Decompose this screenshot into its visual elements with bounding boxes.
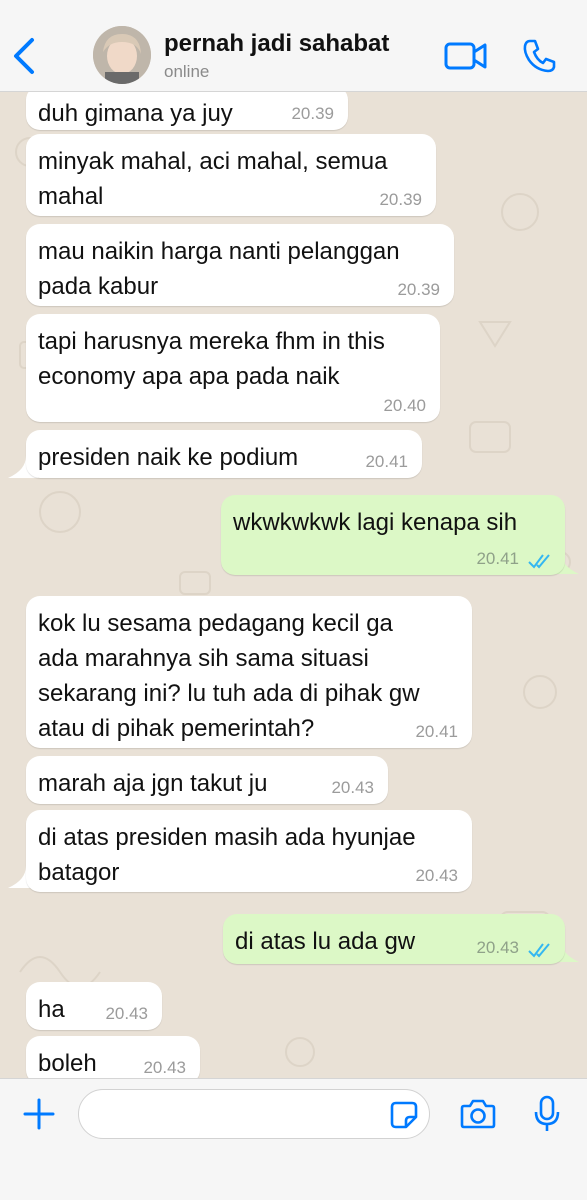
message-time: 20.41: [365, 452, 408, 471]
message-line: marah aja jgn takut ju: [38, 770, 268, 797]
chat-header: pernah jadi sahabat online: [0, 0, 587, 92]
message-line: wkwkwkwk lagi kenapa sih: [233, 509, 518, 536]
message-time: 20.39: [291, 104, 334, 123]
message-line: economy apa apa pada naik: [38, 363, 340, 390]
message-line: ada marahnya sih sama situasi: [38, 645, 369, 672]
message-input[interactable]: [78, 1089, 430, 1139]
message-bubble[interactable]: tapi harusnya mereka fhm in this economy…: [26, 314, 440, 422]
message-bubble[interactable]: kok lu sesama pedagang kecil ga ada mara…: [26, 596, 472, 748]
message-bubble[interactable]: wkwkwkwk lagi kenapa sih 20.41: [221, 495, 565, 575]
voice-call-button[interactable]: [522, 38, 556, 74]
double-check-icon: [528, 554, 550, 569]
contact-status: online: [164, 62, 210, 81]
message-time: 20.43: [476, 938, 519, 957]
message-time: 20.40: [383, 396, 426, 415]
message-time: 20.43: [105, 1004, 148, 1023]
camera-button[interactable]: [460, 1099, 496, 1129]
sticker-button[interactable]: [390, 1101, 418, 1129]
message-time: 20.41: [476, 549, 519, 568]
message-time: 20.39: [379, 190, 422, 209]
phone-icon: [523, 39, 556, 73]
message-line: mau naikin harga nanti pelanggan: [38, 238, 400, 265]
attach-button[interactable]: [22, 1097, 56, 1131]
message-line: atau di pihak pemerintah?: [38, 715, 315, 742]
video-call-button[interactable]: [444, 40, 488, 72]
message-bubble[interactable]: marah aja jgn takut ju 20.43: [26, 756, 388, 804]
message-bubble[interactable]: boleh 20.43: [26, 1036, 200, 1078]
message-time: 20.43: [143, 1058, 186, 1077]
back-button[interactable]: [10, 36, 40, 76]
microphone-icon: [534, 1095, 560, 1131]
message-bubble[interactable]: minyak mahal, aci mahal, semua mahal 20.…: [26, 134, 436, 216]
microphone-button[interactable]: [534, 1095, 560, 1133]
message-time: 20.43: [331, 778, 374, 797]
message-bubble[interactable]: di atas presiden masih ada hyunjae batag…: [26, 810, 472, 892]
composer-bar: [0, 1078, 587, 1200]
message-line: kok lu sesama pedagang kecil ga: [38, 610, 393, 637]
message-bubble[interactable]: ha 20.43: [26, 982, 162, 1030]
message-bubble[interactable]: mau naikin harga nanti pelanggan pada ka…: [26, 224, 454, 306]
message-line: tapi harusnya mereka fhm in this: [38, 328, 385, 355]
message-line: batagor: [38, 859, 120, 886]
message-line: mahal: [38, 183, 104, 210]
double-check-icon: [528, 943, 550, 958]
avatar[interactable]: [93, 26, 151, 84]
plus-icon: [23, 1098, 55, 1130]
message-line: minyak mahal, aci mahal, semua: [38, 148, 388, 175]
message-time: 20.41: [415, 722, 458, 741]
message-line: sekarang ini? lu tuh ada di pihak gw: [38, 680, 420, 707]
sticker-icon: [390, 1101, 418, 1129]
chevron-left-icon: [14, 38, 34, 74]
message-time: 20.43: [415, 866, 458, 885]
contact-name[interactable]: pernah jadi sahabat: [164, 30, 389, 58]
message-bubble[interactable]: di atas lu ada gw 20.43: [223, 914, 565, 964]
avatar-image: [93, 26, 151, 84]
message-list[interactable]: duh gimana ya juy 20.39 minyak mahal, ac…: [0, 92, 587, 1078]
camera-icon: [460, 1099, 496, 1129]
message-line: di atas presiden masih ada hyunjae: [38, 824, 416, 851]
message-time: 20.39: [397, 280, 440, 299]
message-bubble[interactable]: presiden naik ke podium 20.41: [26, 430, 422, 478]
message-bubble[interactable]: duh gimana ya juy 20.39: [26, 92, 348, 130]
video-camera-icon: [444, 42, 487, 70]
message-line: pada kabur: [38, 273, 159, 300]
message-line: presiden naik ke podium: [38, 444, 299, 471]
